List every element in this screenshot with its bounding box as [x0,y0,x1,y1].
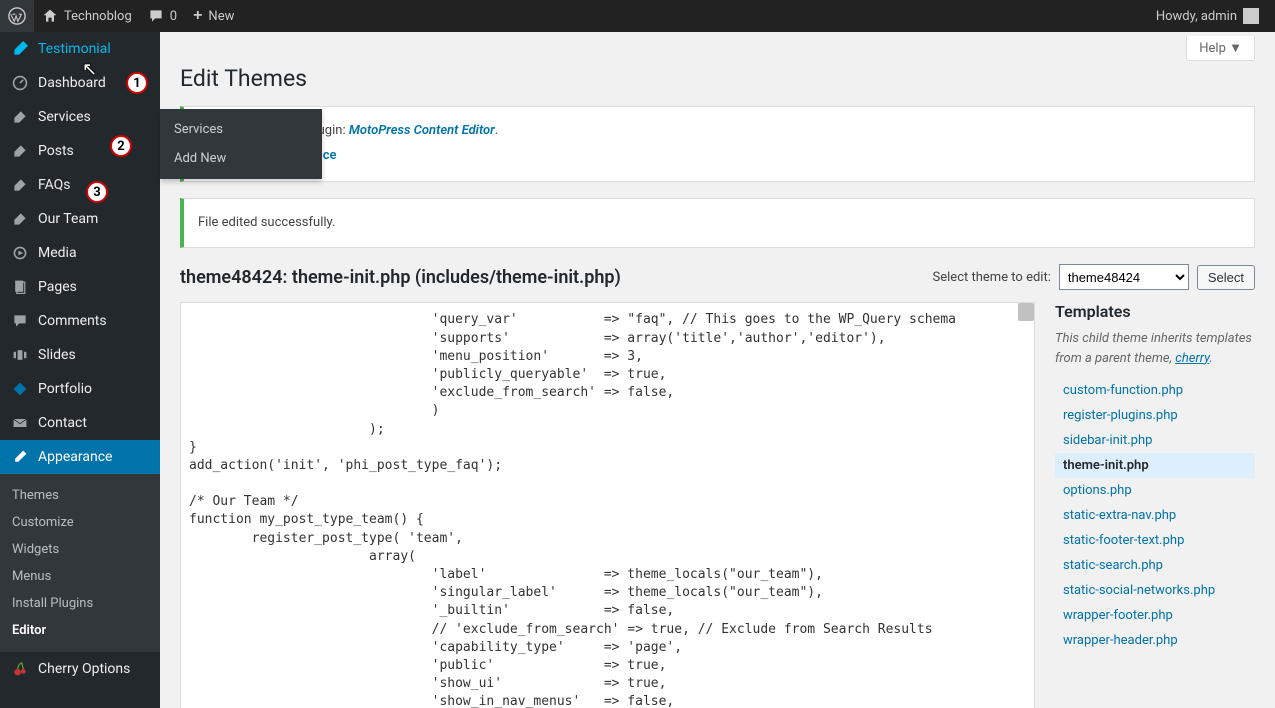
site-name-label: Technoblog [64,9,132,24]
editing-heading: theme48424: theme-init.php (includes/the… [180,267,621,288]
menu-portfolio[interactable]: Portfolio [0,372,160,406]
template-file[interactable]: static-search.php [1055,553,1255,578]
notice-plugin-name: MotoPress Content Editor [349,123,495,138]
menu-label: Appearance [38,449,150,465]
comments-count: 0 [170,9,177,24]
pin-icon [10,41,30,57]
pin-icon [10,211,30,227]
new-label: New [208,9,234,24]
annotation-2: 2 [110,135,132,157]
scrollbar-thumb[interactable] [1018,303,1034,321]
comment-icon [10,313,30,329]
wp-logo[interactable] [0,0,34,32]
sub-themes[interactable]: Themes [0,482,160,509]
my-account[interactable]: Howdy, admin [1148,0,1267,32]
flyout-add-new[interactable]: Add New [160,144,322,173]
page-icon [10,279,30,295]
menu-comments[interactable]: Comments [0,304,160,338]
diamond-icon [10,381,30,397]
help-tab[interactable]: Help ▼ [1186,36,1255,61]
slides-icon [10,347,30,363]
dashboard-icon [10,75,30,91]
templates-heading: Templates [1055,302,1255,321]
pin-icon [10,177,30,193]
template-file[interactable]: custom-function.php [1055,378,1255,403]
menu-our-team[interactable]: Our Team [0,202,160,236]
mail-icon [10,415,30,431]
sub-editor[interactable]: Editor [0,617,160,644]
template-file[interactable]: register-plugins.php [1055,403,1255,428]
cherry-icon [10,661,30,677]
avatar-icon [1243,8,1259,24]
menu-contact[interactable]: Contact [0,406,160,440]
menu-label: Contact [38,415,150,431]
theme-select-label: Select theme to edit: [933,270,1051,285]
menu-label: Comments [38,313,150,329]
templates-desc: This child theme inherits templates from… [1055,329,1255,368]
menu-posts[interactable]: Posts [0,134,160,168]
theme-select[interactable]: theme48424 [1059,264,1189,290]
template-file[interactable]: options.php [1055,478,1255,503]
menu-label: Testimonial [38,41,150,57]
sub-customize[interactable]: Customize [0,509,160,536]
template-file[interactable]: theme-init.php [1055,453,1255,478]
page-title: Edit Themes [180,65,1255,92]
template-file[interactable]: sidebar-init.php [1055,428,1255,453]
menu-slides[interactable]: Slides [0,338,160,372]
menu-label: Services [38,109,150,125]
howdy-text: Howdy, admin [1156,9,1237,24]
annotation-3: 3 [86,181,108,203]
menu-faqs[interactable]: FAQs [0,168,160,202]
menu-label: Media [38,245,150,261]
brush-icon [10,449,30,465]
annotation-1: 1 [126,72,148,94]
menu-label: Portfolio [38,381,150,397]
template-file[interactable]: static-footer-text.php [1055,528,1255,553]
menu-appearance[interactable]: Appearance [0,440,160,474]
media-icon [10,245,30,261]
pin-icon [10,109,30,125]
menu-label: Our Team [38,211,150,227]
services-flyout: Services Add New [160,109,322,179]
parent-theme-link[interactable]: cherry [1175,351,1209,366]
template-file[interactable]: static-extra-nav.php [1055,503,1255,528]
comments[interactable]: 0 [140,0,185,32]
menu-services[interactable]: Services [0,100,160,134]
notice-success-text: File edited successfully. [198,213,1240,234]
menu-label: Pages [38,279,150,295]
appearance-submenu: Themes Customize Widgets Menus Install P… [0,474,160,652]
menu-media[interactable]: Media [0,236,160,270]
flyout-services[interactable]: Services [160,115,322,144]
menu-label: Cherry Options [38,661,150,677]
sub-menus[interactable]: Menus [0,563,160,590]
template-file[interactable]: wrapper-header.php [1055,628,1255,653]
menu-pages[interactable]: Pages [0,270,160,304]
pin-icon [10,143,30,159]
template-file[interactable]: wrapper-footer.php [1055,603,1255,628]
menu-cherry-options[interactable]: Cherry Options [0,652,160,686]
sub-widgets[interactable]: Widgets [0,536,160,563]
menu-label: Slides [38,347,150,363]
menu-testimonial[interactable]: Testimonial [0,32,160,66]
templates-list: custom-function.phpregister-plugins.phps… [1055,378,1255,653]
templates-desc-text: This child theme inherits templates from… [1055,331,1252,366]
menu-label: Posts [38,143,150,159]
notice-success: File edited successfully. [180,198,1255,249]
template-file[interactable]: static-social-networks.php [1055,578,1255,603]
select-button[interactable]: Select [1197,265,1255,290]
code-editor[interactable] [180,302,1035,708]
new-content[interactable]: +New [185,0,242,32]
sub-install-plugins[interactable]: Install Plugins [0,590,160,617]
site-name[interactable]: Technoblog [34,0,140,32]
notice-plugin: ends the following plugin: MotoPress Con… [180,106,1255,182]
